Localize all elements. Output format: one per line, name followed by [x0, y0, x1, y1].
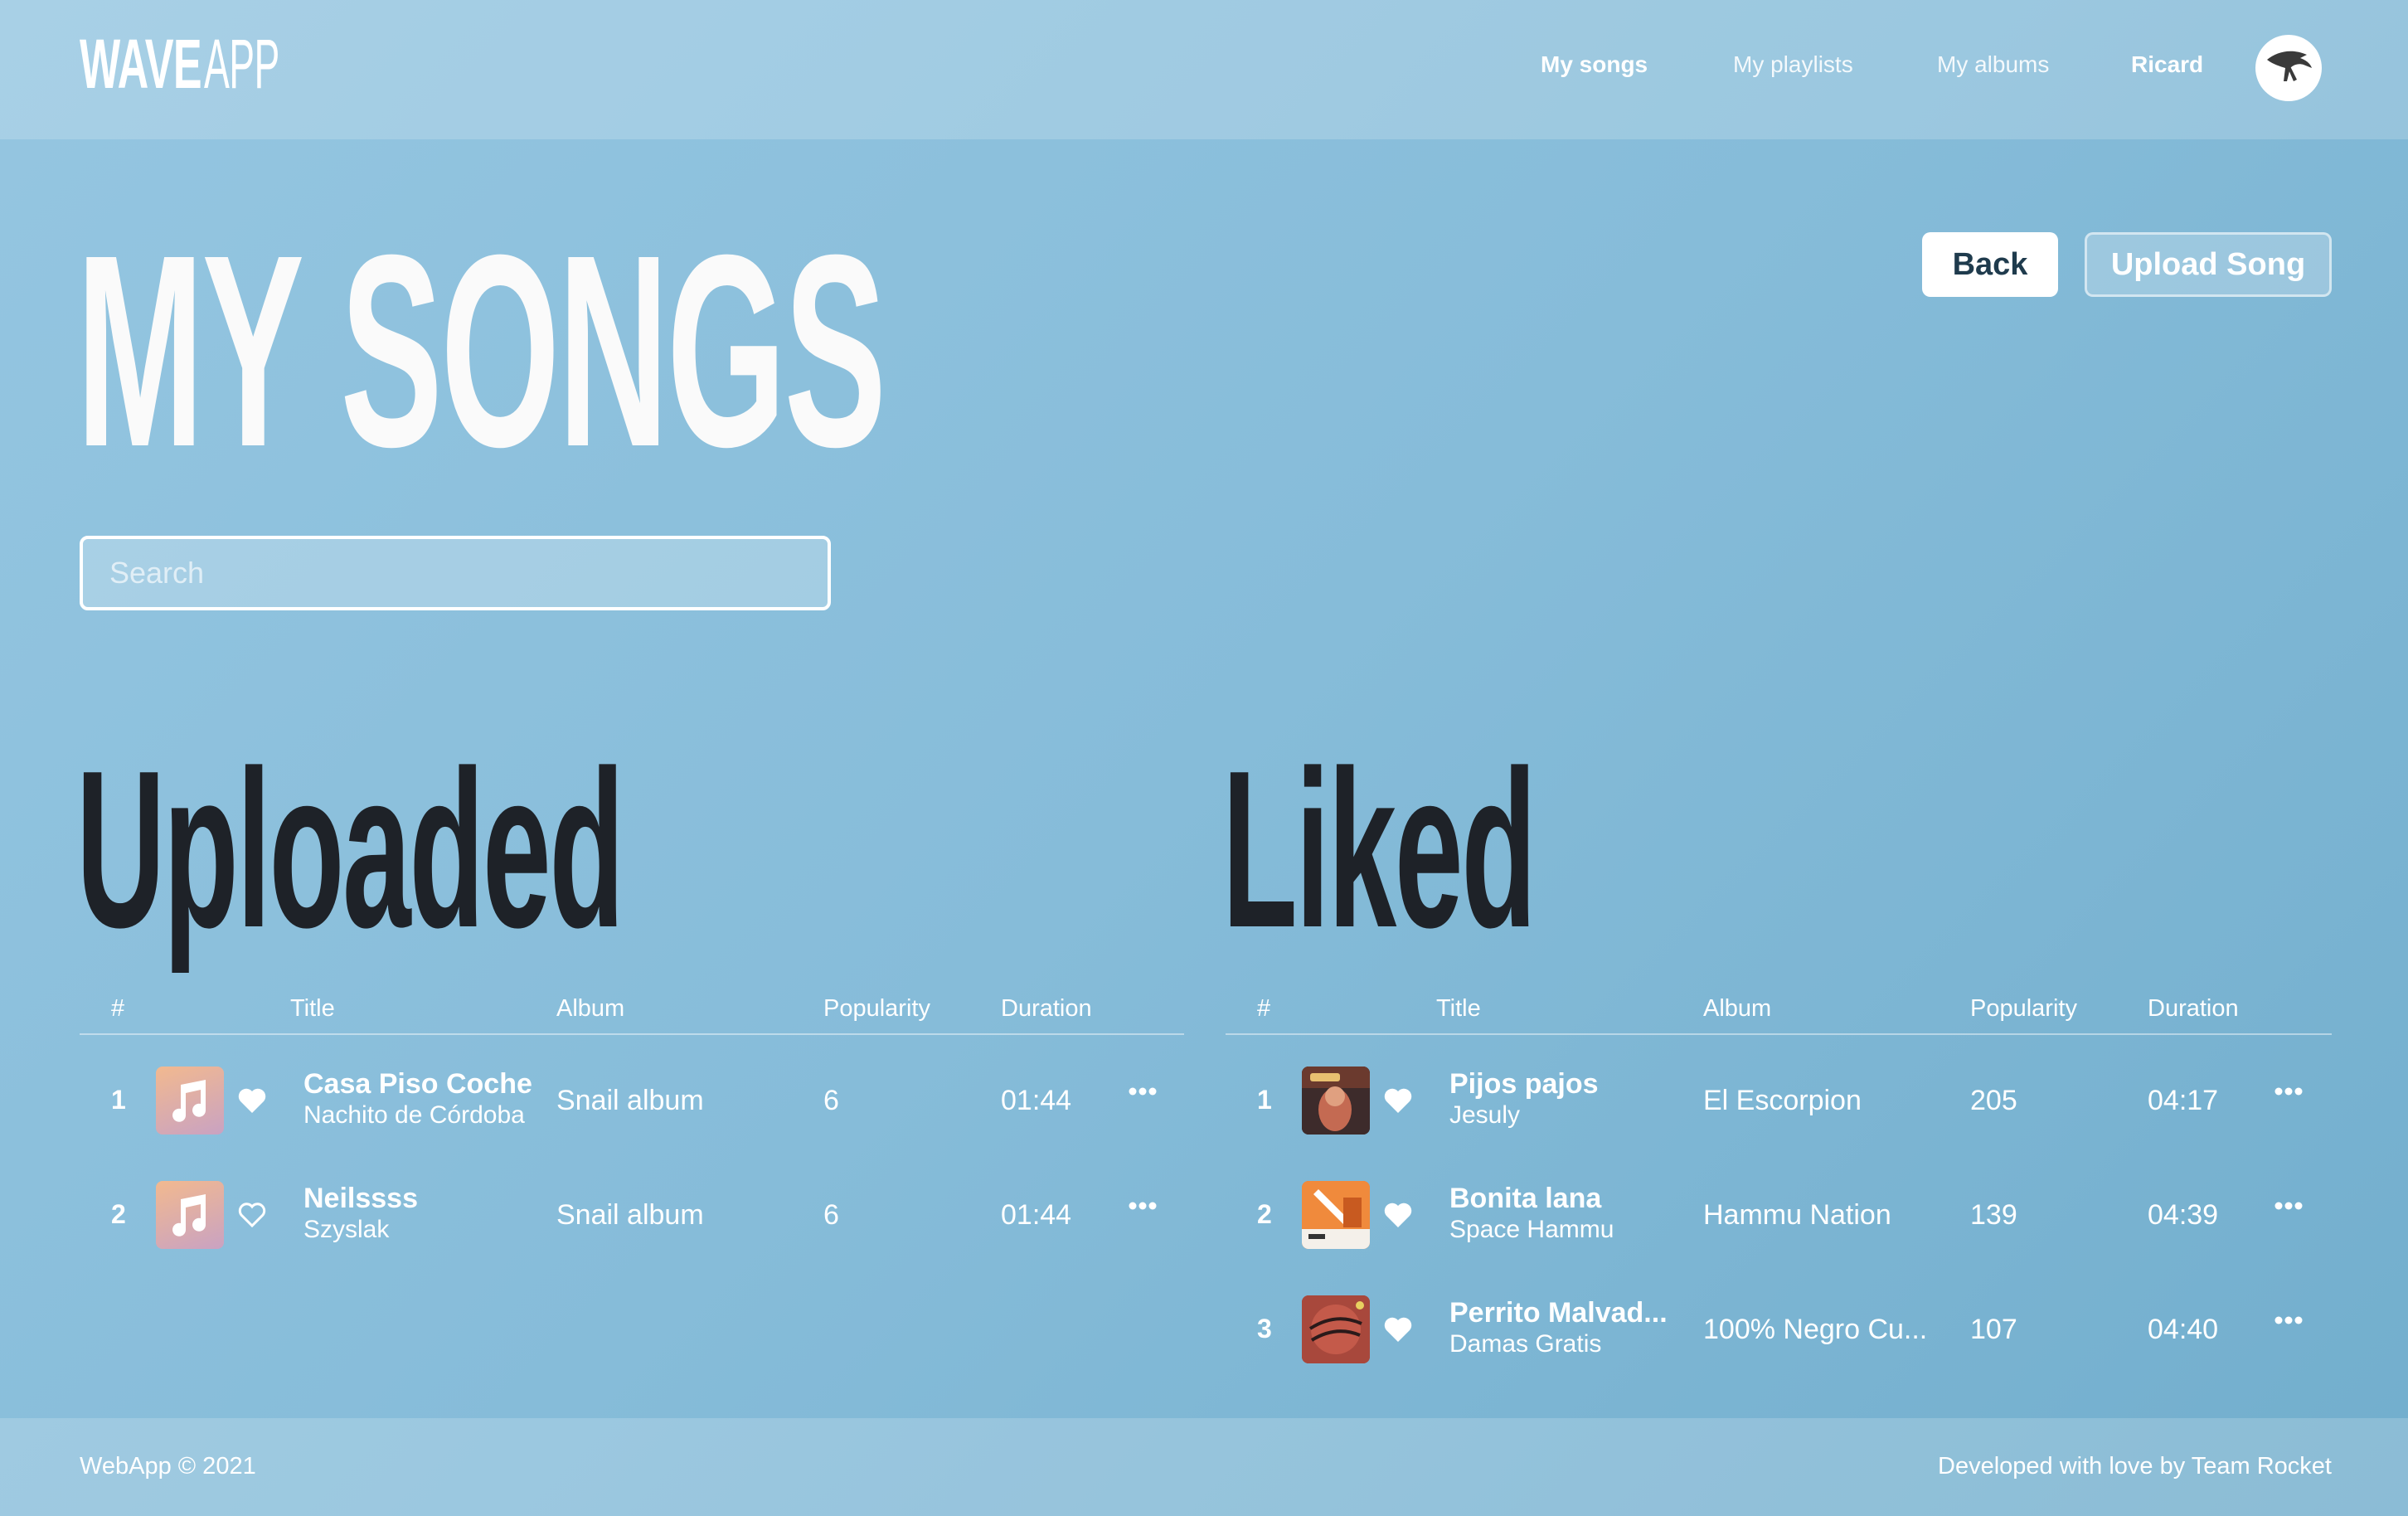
col-album[interactable]: Album — [1703, 995, 1771, 1023]
col-popularity[interactable]: Popularity — [823, 995, 930, 1023]
song-album[interactable]: El Escorpion — [1703, 1085, 1862, 1117]
heart-filled-icon[interactable] — [1383, 1086, 1413, 1115]
song-title[interactable]: Casa Piso Coche — [303, 1068, 532, 1101]
table-row[interactable]: 2 Neilssss Szyslak Snail album 6 01:44 — [80, 1161, 1184, 1275]
row-number: 1 — [111, 1085, 126, 1115]
avatar-pterodactyl-icon — [2267, 51, 2312, 81]
search-input[interactable] — [80, 536, 831, 610]
row-number: 2 — [1257, 1199, 1272, 1229]
song-title[interactable]: Neilssss — [303, 1183, 418, 1215]
song-album[interactable]: Snail album — [556, 1085, 704, 1117]
album-cover-el-escorpion — [1302, 1067, 1370, 1135]
logo-app-text: APP — [204, 25, 279, 103]
song-artist[interactable]: Damas Gratis — [1449, 1330, 1601, 1358]
heart-filled-icon[interactable] — [1383, 1315, 1413, 1344]
table-row[interactable]: 1 Casa Piso Coche Nachito de Córdoba Sna… — [80, 1047, 1184, 1161]
heart-filled-icon[interactable] — [1383, 1201, 1413, 1229]
liked-table-header: # Title Album Popularity Duration — [1226, 987, 2332, 1035]
liked-heading: Liked — [1222, 725, 1537, 974]
user-avatar[interactable] — [2255, 35, 2322, 101]
song-title[interactable]: Bonita lana — [1449, 1183, 1601, 1215]
song-album[interactable]: Hammu Nation — [1703, 1199, 1891, 1232]
more-options-icon[interactable] — [1126, 1081, 1159, 1101]
album-cover-negro-cumbiero — [1302, 1295, 1370, 1363]
album-art-image — [1302, 1181, 1370, 1249]
col-num: # — [1257, 995, 1271, 1022]
back-button[interactable]: Back — [1922, 232, 2058, 297]
song-popularity: 139 — [1970, 1199, 2017, 1231]
nav-my-playlists[interactable]: My playlists — [1733, 51, 1853, 78]
heart-filled-icon[interactable] — [237, 1086, 267, 1115]
col-duration[interactable]: Duration — [1001, 995, 1092, 1023]
top-navbar: WAVE APP My songs My playlists My albums… — [0, 0, 2408, 139]
liked-table: # Title Album Popularity Duration 1 Pijo… — [1226, 987, 2332, 1390]
song-title[interactable]: Pijos pajos — [1449, 1068, 1599, 1101]
song-popularity: 205 — [1970, 1085, 2017, 1116]
col-title[interactable]: Title — [290, 995, 335, 1023]
heart-outline-icon[interactable] — [237, 1201, 267, 1229]
song-duration: 04:17 — [2148, 1085, 2219, 1116]
col-title[interactable]: Title — [1436, 995, 1481, 1023]
nav-user-name[interactable]: Ricard — [2131, 51, 2203, 78]
app-logo[interactable]: WAVE APP — [80, 28, 341, 100]
col-duration[interactable]: Duration — [2148, 995, 2239, 1023]
song-duration: 04:39 — [2148, 1199, 2219, 1231]
song-popularity: 107 — [1970, 1314, 2017, 1345]
row-number: 3 — [1257, 1314, 1272, 1344]
song-title[interactable]: Perrito Malvad... — [1449, 1297, 1668, 1329]
page-footer: WebApp © 2021 Developed with love by Tea… — [0, 1418, 2408, 1516]
song-duration: 04:40 — [2148, 1314, 2219, 1345]
footer-credits: Developed with love by Team Rocket — [1938, 1453, 2332, 1480]
song-popularity: 6 — [823, 1199, 839, 1231]
footer-copyright: WebApp © 2021 — [80, 1453, 256, 1480]
song-artist[interactable]: Nachito de Córdoba — [303, 1101, 525, 1130]
song-popularity: 6 — [823, 1085, 839, 1116]
table-row[interactable]: 3 Perrito Malvad... Damas Gratis 100% Ne… — [1226, 1275, 2332, 1390]
album-art-image — [1302, 1295, 1370, 1363]
logo-wave-text: WAVE — [80, 25, 202, 103]
music-note-icon — [172, 1080, 206, 1122]
more-options-icon[interactable] — [1126, 1196, 1159, 1216]
table-row[interactable]: 1 Pijos pajos Jesuly El Escorpion 205 04… — [1226, 1047, 2332, 1161]
album-art-image — [1302, 1067, 1370, 1135]
table-row[interactable]: 2 Bonita lana Space Hammu Hammu Nation 1… — [1226, 1161, 2332, 1275]
nav-my-albums[interactable]: My albums — [1937, 51, 2049, 78]
song-duration: 01:44 — [1001, 1085, 1072, 1116]
music-note-icon — [172, 1194, 206, 1237]
album-cover-hammu-nation — [1302, 1181, 1370, 1249]
nav-my-songs[interactable]: My songs — [1541, 51, 1648, 78]
uploaded-heading: Uploaded — [76, 725, 624, 974]
more-options-icon[interactable] — [2272, 1310, 2305, 1330]
uploaded-table: # Title Album Popularity Duration 1 Casa… — [80, 987, 1184, 1275]
row-number: 2 — [111, 1199, 126, 1229]
song-album[interactable]: 100% Negro Cu... — [1703, 1314, 1927, 1346]
song-duration: 01:44 — [1001, 1199, 1072, 1231]
col-popularity[interactable]: Popularity — [1970, 995, 2077, 1023]
more-options-icon[interactable] — [2272, 1081, 2305, 1101]
page-title: MY SONGS — [76, 197, 886, 503]
upload-song-button[interactable]: Upload Song — [2085, 232, 2332, 297]
song-cover-placeholder — [156, 1067, 224, 1135]
song-artist[interactable]: Szyslak — [303, 1216, 389, 1244]
more-options-icon[interactable] — [2272, 1196, 2305, 1216]
row-number: 1 — [1257, 1085, 1272, 1115]
col-num: # — [111, 995, 125, 1022]
song-album[interactable]: Snail album — [556, 1199, 704, 1232]
song-artist[interactable]: Jesuly — [1449, 1101, 1520, 1130]
song-cover-placeholder — [156, 1181, 224, 1249]
song-artist[interactable]: Space Hammu — [1449, 1216, 1614, 1244]
uploaded-table-header: # Title Album Popularity Duration — [80, 987, 1184, 1035]
col-album[interactable]: Album — [556, 995, 624, 1023]
